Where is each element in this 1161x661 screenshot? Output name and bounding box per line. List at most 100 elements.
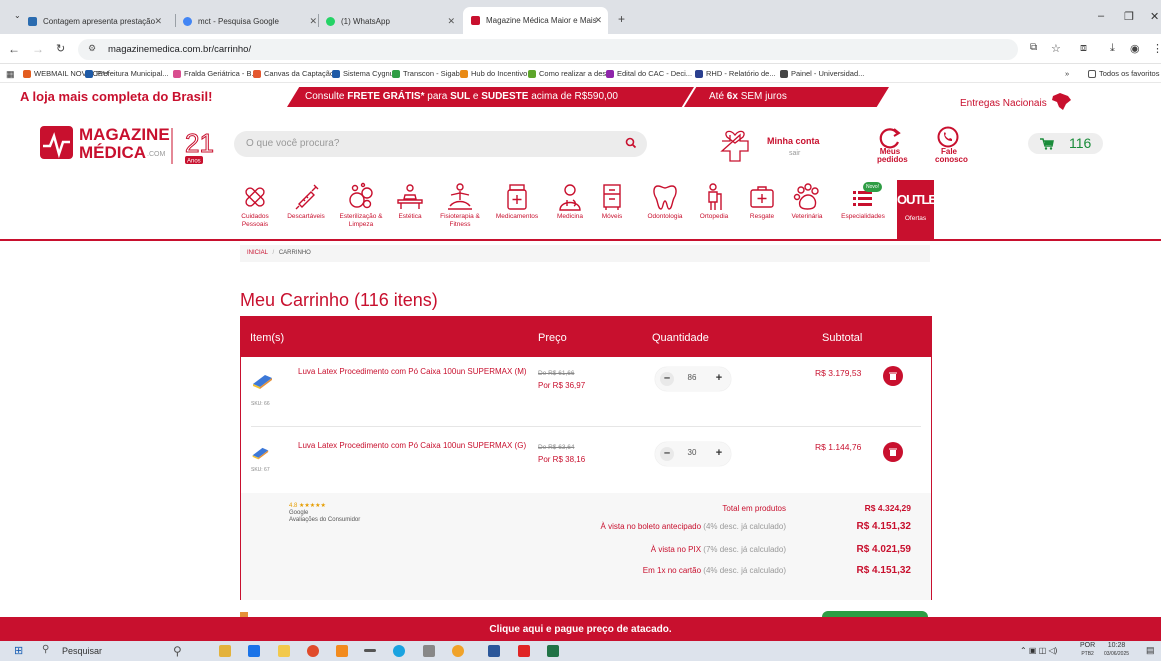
decrease-qty-button[interactable]: – [660, 447, 674, 461]
close-icon[interactable]: ✕ [594, 15, 602, 26]
product-name-link[interactable]: Luva Latex Procedimento com Pó Caixa 100… [298, 440, 528, 451]
close-icon[interactable]: ✕ [154, 16, 162, 27]
taskbar-app-icon[interactable] [393, 645, 405, 657]
category-medicina[interactable]: Medicina [553, 182, 587, 221]
apps-grid-icon[interactable]: ▦ [6, 69, 15, 80]
bookmark-item[interactable]: Edital do CAC - Deci... [606, 69, 692, 78]
account-menu[interactable] [718, 127, 752, 168]
tab-whatsapp[interactable]: (1) WhatsApp ✕ [326, 9, 461, 34]
category-veterinaria[interactable]: Veterinária [788, 182, 826, 221]
national-delivery[interactable]: Entregas Nacionais [960, 92, 1072, 112]
language-indicator[interactable]: POR PTB2 [1080, 642, 1095, 658]
product-name-link[interactable]: Luva Latex Procedimento com Pó Caixa 100… [298, 366, 528, 377]
bookmark-item[interactable]: Hub do Incentivo [460, 69, 527, 78]
search-icon[interactable] [625, 137, 637, 149]
product-thumbnail[interactable] [251, 369, 273, 391]
bookmark-item[interactable]: Sistema Cygnus [332, 69, 398, 78]
remove-item-button[interactable] [883, 442, 903, 462]
orders-refresh-icon[interactable] [877, 127, 903, 149]
star-icon[interactable]: ☆ [1051, 42, 1061, 55]
tab-magazine-medica[interactable]: Magazine Médica Maior e Mais ✕ [463, 7, 608, 34]
bookmark-item[interactable]: Transcon - Sigabus [392, 69, 468, 78]
remove-item-button[interactable] [883, 366, 903, 386]
category-moveis[interactable]: Móveis [597, 182, 627, 221]
maximize-icon[interactable]: ❐ [1124, 10, 1134, 23]
bookmark-item[interactable]: Fralda Geriátrica - B... [173, 69, 258, 78]
search-icon[interactable]: ⚲ [42, 644, 49, 655]
bookmark-item[interactable]: RHD - Relatório de... [695, 69, 776, 78]
tab-contagem[interactable]: Contagem apresenta prestação ✕ [28, 9, 168, 34]
taskbar-app-icon[interactable] [278, 645, 290, 657]
menu-icon[interactable]: ⋮ [1152, 42, 1161, 55]
tray-icons[interactable]: ⌃ ▣ ◫ ◁) [1020, 646, 1057, 655]
category-resgate[interactable]: Resgate [745, 182, 779, 221]
taskbar-app-icon[interactable] [452, 645, 464, 657]
close-icon[interactable]: ✕ [309, 16, 317, 27]
logout-link[interactable]: sair [789, 150, 800, 157]
back-icon[interactable]: ← [8, 42, 20, 56]
quantity-input[interactable]: 86 [682, 373, 702, 382]
acrobat-icon[interactable] [518, 645, 530, 657]
cart-button[interactable]: 116 [1028, 133, 1103, 154]
taskbar-app-icon[interactable] [219, 645, 231, 657]
bookmark-item[interactable]: Painel - Universidad... [780, 69, 864, 78]
taskbar-app-icon[interactable] [364, 649, 376, 652]
site-info-icon[interactable]: ⚙ [88, 43, 96, 54]
decrease-qty-button[interactable]: – [660, 372, 674, 386]
site-logo[interactable]: 21 Anos MAGAZINE MÉDICA .COM [40, 124, 215, 174]
address-bar[interactable]: ⚙ magazinemedica.com.br/carrinho/ [78, 39, 1018, 60]
taskbar-app-icon[interactable] [248, 645, 260, 657]
close-icon[interactable]: ✕ [447, 16, 455, 27]
profile-icon[interactable]: ◉ [1130, 42, 1140, 55]
tab-search-chevron-icon[interactable]: ⌄ [14, 11, 21, 20]
installments-banner[interactable]: Até 6x SEM juros [684, 87, 889, 107]
bookmark-item[interactable]: Como realizar a des... [528, 69, 612, 78]
tab-google[interactable]: mct - Pesquisa Google ✕ [183, 9, 323, 34]
all-bookmarks[interactable]: Todos os favoritos [1088, 69, 1159, 78]
category-ofertas[interactable]: OUTLET Ofertas [897, 180, 944, 239]
bike-widget-icon[interactable]: ⚲ [173, 644, 182, 658]
word-icon[interactable] [488, 645, 500, 657]
windows-start-icon[interactable]: ⊞ [14, 644, 23, 657]
bookmark-item[interactable]: Prefeitura Municipal... [85, 69, 169, 78]
cast-icon[interactable]: ⧉ [1030, 42, 1037, 53]
product-thumbnail[interactable] [251, 443, 269, 461]
increase-qty-button[interactable]: + [712, 372, 726, 386]
wholesale-price-banner[interactable]: Clique aqui e pague preço de atacado. [0, 617, 1161, 641]
forward-icon[interactable]: → [32, 42, 44, 56]
category-odontologia[interactable]: Odontologia [643, 182, 687, 221]
more-bookmarks-button[interactable]: » [1065, 69, 1069, 78]
taskbar-app-icon[interactable] [336, 645, 348, 657]
extensions-icon[interactable]: ⧈ [1080, 42, 1087, 55]
breadcrumb-home[interactable]: INICIAL [247, 250, 268, 256]
category-ortopedia[interactable]: Ortopedia [697, 182, 731, 221]
increase-qty-button[interactable]: + [712, 447, 726, 461]
taskbar-search[interactable]: Pesquisar [62, 646, 102, 656]
reload-icon[interactable]: ↻ [56, 42, 65, 55]
bookmark-item[interactable]: Canvas da Captação... [253, 69, 340, 78]
excel-icon[interactable] [547, 645, 559, 657]
search-input[interactable]: O que você procura? [234, 131, 647, 157]
free-shipping-banner[interactable]: Consulte FRETE GRÁTIS* para SUL e SUDEST… [287, 87, 694, 107]
account-label[interactable]: Minha conta [767, 136, 820, 146]
category-especialidades[interactable]: Especialidades Novo! [837, 182, 889, 221]
quantity-input[interactable]: 30 [682, 448, 702, 457]
orders-label[interactable]: Meus pedidos [877, 148, 908, 164]
taskbar-app-icon[interactable] [423, 645, 435, 657]
category-estetica[interactable]: Estética [393, 182, 427, 221]
chrome-icon[interactable] [307, 645, 319, 657]
google-rating-badge[interactable]: 4.8 ★★★★★ Google Avaliações do Consumido… [289, 503, 360, 524]
category-cuidados-pessoais[interactable]: Cuidados Pessoais [238, 182, 272, 229]
trash-icon [889, 448, 897, 456]
category-esterilizacao-limpeza[interactable]: Esterilização & Limpeza [335, 182, 387, 229]
category-descartaveis[interactable]: Descartáveis [283, 182, 329, 221]
clock[interactable]: 10:28 03/06/2025 [1104, 642, 1129, 658]
notifications-icon[interactable]: ▤ [1146, 645, 1155, 656]
new-tab-button[interactable]: + [618, 12, 625, 26]
category-fisioterapia-fitness[interactable]: Fisioterapia & Fitness [436, 182, 484, 229]
category-medicamentos[interactable]: Medicamentos [492, 182, 542, 221]
contact-label[interactable]: Fale conosco [935, 148, 968, 164]
download-icon[interactable]: ⤓ [1110, 42, 1115, 55]
minimize-icon[interactable]: – [1098, 10, 1104, 22]
close-window-icon[interactable]: ✕ [1150, 10, 1159, 23]
